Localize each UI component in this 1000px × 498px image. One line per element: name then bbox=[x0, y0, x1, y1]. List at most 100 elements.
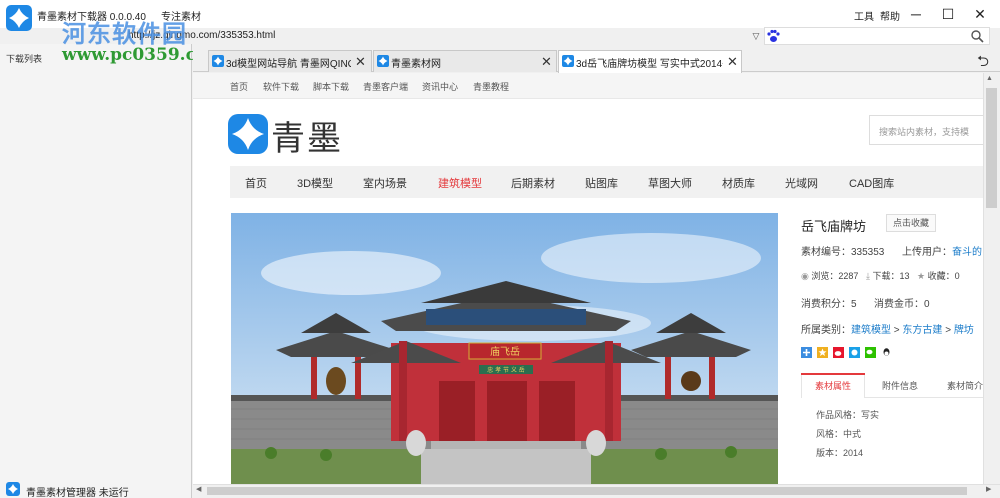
topnav-news[interactable]: 资讯中心 bbox=[422, 80, 458, 93]
mainnav-sketchup[interactable]: 草图大师 bbox=[648, 175, 692, 191]
vertical-scroll-thumb[interactable] bbox=[986, 88, 997, 208]
topnav-software[interactable]: 软件下载 bbox=[263, 80, 299, 93]
uploader-row: 上传用户：奋斗的 bbox=[902, 243, 982, 258]
tab-close-icon[interactable]: ✕ bbox=[355, 54, 366, 70]
menu-tools[interactable]: 工具 bbox=[854, 8, 874, 23]
category-link-eastern[interactable]: 东方古建 bbox=[902, 325, 942, 336]
share-qzone-icon[interactable] bbox=[801, 347, 812, 358]
points-label: 消费积分： bbox=[801, 299, 851, 310]
product-image[interactable]: 庙飞岳 忠 孝 节 义 岳 bbox=[231, 213, 778, 484]
prop-label: 作品风格： bbox=[816, 410, 862, 420]
share-star-icon[interactable] bbox=[817, 347, 828, 358]
tab-attachments[interactable]: 附件信息 bbox=[882, 379, 918, 392]
tab-favicon-icon bbox=[212, 55, 224, 67]
tab-favicon-icon bbox=[562, 55, 574, 67]
mainnav-architecture[interactable]: 建筑模型 bbox=[438, 175, 482, 191]
points-value: 5 bbox=[851, 299, 857, 310]
product-id-value: 335353 bbox=[851, 247, 885, 258]
topnav-home[interactable]: 首页 bbox=[230, 80, 248, 93]
app-logo-icon bbox=[6, 5, 32, 31]
site-logo-icon[interactable] bbox=[228, 114, 268, 154]
favorite-button[interactable]: 点击收藏 bbox=[886, 214, 936, 232]
scroll-left-icon[interactable]: ◀ bbox=[196, 485, 201, 493]
downloads-value: 13 bbox=[899, 271, 910, 281]
tab-label: 青墨素材网 bbox=[391, 59, 441, 70]
site-logo-text[interactable]: 青墨 bbox=[271, 111, 343, 160]
category-row: 所属类别：建筑模型 > 东方古建 > 牌坊 bbox=[801, 321, 974, 336]
plaque-text: 庙飞岳 bbox=[490, 345, 520, 358]
download-icon: ⤓ bbox=[865, 271, 870, 281]
tab-properties[interactable]: 素材属性 bbox=[815, 379, 851, 392]
topnav-client[interactable]: 青墨客户端 bbox=[363, 80, 408, 93]
property-tab-indicator bbox=[801, 373, 865, 375]
coins-value: 0 bbox=[924, 299, 930, 310]
scroll-right-icon[interactable]: ▶ bbox=[986, 485, 991, 493]
mainnav-3d[interactable]: 3D模型 bbox=[297, 175, 333, 191]
baidu-paw-icon[interactable] bbox=[766, 29, 780, 43]
prop-value: 写实 bbox=[861, 410, 880, 420]
category-link-archway[interactable]: 牌坊 bbox=[954, 325, 974, 336]
tab-model-page[interactable]: 3d岳飞庙牌坊模型 写实中式2014岳飞 ✕ bbox=[558, 50, 742, 73]
tab-close-icon[interactable]: ✕ bbox=[541, 54, 552, 70]
downloads-label: 下载： bbox=[872, 271, 900, 281]
mainnav-post[interactable]: 后期素材 bbox=[511, 175, 555, 191]
prop-value: 2014 bbox=[843, 448, 864, 458]
tab-close-icon[interactable]: ✕ bbox=[727, 54, 738, 70]
share-weibo-icon[interactable] bbox=[833, 347, 844, 358]
tab-label: 3d岳飞庙牌坊模型 写实中式2014岳飞 bbox=[576, 59, 723, 70]
maximize-button[interactable]: ☐ bbox=[937, 5, 959, 23]
prop-style: 作品风格：写实 bbox=[816, 408, 879, 421]
stats-row: ◉ 浏览：2287 ⤓ 下载：13 ★ 收藏：0 bbox=[801, 269, 960, 282]
manager-status: 青墨素材管理器 未运行 bbox=[26, 488, 129, 498]
back-icon[interactable]: ⮌ bbox=[973, 51, 993, 70]
topnav-tutorials[interactable]: 青墨教程 bbox=[473, 80, 509, 93]
prop-label: 风格： bbox=[816, 429, 844, 439]
menu-help[interactable]: 帮助 bbox=[880, 8, 900, 23]
favs-value: 0 bbox=[954, 271, 960, 281]
scroll-up-icon[interactable]: ▲ bbox=[986, 75, 993, 82]
product-id-row: 素材编号：335353 bbox=[801, 243, 884, 258]
star-icon: ★ bbox=[916, 271, 926, 281]
minimize-button[interactable]: ─ bbox=[905, 5, 927, 23]
mainnav-cad[interactable]: CAD图库 bbox=[849, 175, 894, 191]
prop-genre: 风格：中式 bbox=[816, 427, 861, 440]
prop-value: 中式 bbox=[843, 429, 862, 439]
mainnav-interior[interactable]: 室内场景 bbox=[363, 175, 407, 191]
category-link-architecture[interactable]: 建筑模型 bbox=[851, 325, 891, 336]
favs-label: 收藏： bbox=[927, 271, 955, 281]
mainnav-home[interactable]: 首页 bbox=[245, 175, 267, 191]
site-top-nav bbox=[193, 73, 983, 99]
web-content: 首页 软件下载 脚本下载 青墨客户端 资讯中心 青墨教程 青墨 搜索站内素材，支… bbox=[193, 73, 983, 484]
tab-favicon-icon bbox=[377, 55, 389, 67]
share-wechat-icon[interactable] bbox=[865, 347, 876, 358]
search-icon[interactable] bbox=[970, 29, 984, 43]
download-panel bbox=[0, 44, 192, 498]
mainnav-ies[interactable]: 光域网 bbox=[785, 175, 818, 191]
category-separator: > bbox=[893, 325, 900, 336]
close-button[interactable]: ✕ bbox=[969, 5, 991, 23]
search-input[interactable] bbox=[764, 27, 990, 45]
share-renren-icon[interactable] bbox=[849, 347, 860, 358]
watermark-url: www.pc0359.cn bbox=[62, 45, 209, 65]
tab-qingmo[interactable]: 青墨素材网 ✕ bbox=[373, 50, 557, 72]
tab-introduction[interactable]: 素材简介 bbox=[947, 379, 983, 392]
horizontal-scroll-thumb[interactable] bbox=[207, 487, 967, 495]
site-search-placeholder: 搜索站内素材，支持模 bbox=[879, 127, 970, 137]
mainnav-materials[interactable]: 材质库 bbox=[722, 175, 755, 191]
tab-navigation[interactable]: 3d模型网站导航 青墨网QINGM ✕ bbox=[208, 50, 372, 72]
share-qq-icon[interactable] bbox=[881, 347, 892, 358]
address-dropdown-icon[interactable]: ▽ bbox=[749, 28, 763, 44]
uploader-label: 上传用户： bbox=[902, 247, 952, 258]
points-row: 消费积分：5 bbox=[801, 295, 857, 310]
address-bar[interactable]: http://jz.qingmo.com/335353.html bbox=[122, 28, 764, 44]
coins-label: 消费金币： bbox=[874, 299, 924, 310]
category-separator: > bbox=[945, 325, 952, 336]
mainnav-textures[interactable]: 贴图库 bbox=[585, 175, 618, 191]
prop-label: 版本： bbox=[816, 448, 844, 458]
topnav-scripts[interactable]: 脚本下载 bbox=[313, 80, 349, 93]
category-label: 所属类别： bbox=[801, 325, 851, 336]
uploader-link[interactable]: 奋斗的 bbox=[952, 247, 982, 258]
views-value: 2287 bbox=[838, 271, 859, 281]
product-title: 岳飞庙牌坊 bbox=[801, 219, 867, 234]
eye-icon: ◉ bbox=[801, 271, 809, 281]
